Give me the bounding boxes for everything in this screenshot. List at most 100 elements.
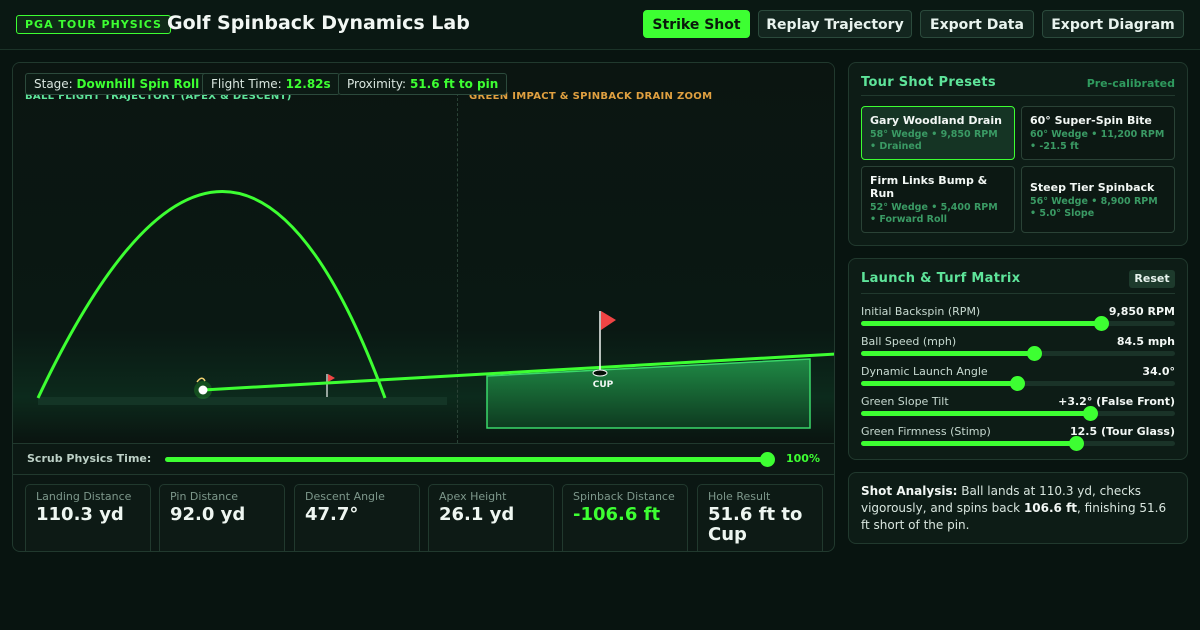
- slider-green-firmness: Green Firmness (Stimp) 12.5 (Tour Glass): [861, 425, 1175, 455]
- stat-label: Descent Angle: [305, 490, 385, 503]
- presets-status: Pre-calibrated: [1086, 77, 1175, 90]
- trajectory-canvas[interactable]: BALL FLIGHT TRAJECTORY (APEX & DESCENT) …: [13, 63, 834, 443]
- slider-track[interactable]: [861, 406, 1175, 421]
- strike-shot-button[interactable]: Strike Shot: [643, 10, 750, 38]
- launch-turf-matrix-card: Launch & Turf Matrix Reset Initial Backs…: [848, 258, 1188, 460]
- scrub-bar: Scrub Physics Time: 100%: [13, 443, 834, 475]
- pin-flag: [601, 311, 616, 330]
- stat-value: 92.0 yd: [170, 504, 246, 525]
- slider-fill: [861, 441, 1077, 446]
- preset-meta: 52° Wedge • 5,400 RPM • Forward Roll: [870, 202, 998, 225]
- presets-card: Tour Shot Presets Pre-calibrated Gary Wo…: [848, 62, 1188, 246]
- slider-value: 12.5 (Tour Glass): [1069, 425, 1175, 438]
- slider-handle[interactable]: [1094, 316, 1110, 331]
- stat-label: Landing Distance: [36, 490, 132, 503]
- stage-value: Downhill Spin Roll: [76, 77, 200, 91]
- reset-button[interactable]: Reset: [1129, 270, 1175, 288]
- slider-green-slope: Green Slope Tilt +3.2° (False Front): [861, 395, 1175, 425]
- slider-handle[interactable]: [1069, 436, 1085, 451]
- slider-fill: [861, 411, 1091, 416]
- scrub-handle[interactable]: [760, 452, 775, 467]
- stat-apex-height: Apex Height 26.1 yd: [428, 484, 554, 551]
- proximity-chip: Proximity: 51.6 ft to pin: [338, 73, 508, 95]
- stat-label: Hole Result: [708, 490, 771, 503]
- scrub-value: 100%: [786, 452, 820, 465]
- slider-value: 84.5 mph: [1116, 335, 1175, 348]
- slider-value: 34.0°: [1142, 365, 1175, 378]
- stat-descent-angle: Descent Angle 47.7°: [294, 484, 420, 551]
- presets-title: Tour Shot Presets: [861, 75, 996, 90]
- preset-name: Gary Woodland Drain: [870, 114, 1002, 127]
- stat-value: -106.6 ft: [573, 504, 661, 525]
- slider-handle[interactable]: [1083, 406, 1099, 421]
- export-data-button[interactable]: Export Data: [920, 10, 1034, 38]
- slider-label: Ball Speed (mph): [861, 335, 957, 348]
- cup-hole: [592, 369, 608, 377]
- slider-launch-angle: Dynamic Launch Angle 34.0°: [861, 365, 1175, 395]
- card-divider: [861, 95, 1175, 96]
- proximity-label: Proximity:: [347, 77, 407, 91]
- preset-meta: 56° Wedge • 8,900 RPM • 5.0° Slope: [1030, 196, 1158, 219]
- cup-label: CUP: [593, 380, 614, 390]
- preset-firm-links-bump-run[interactable]: Firm Links Bump & Run 52° Wedge • 5,400 …: [861, 166, 1015, 233]
- stat-value: 26.1 yd: [439, 504, 515, 525]
- flight-trajectory-line: [36, 190, 387, 399]
- stat-label: Apex Height: [439, 490, 507, 503]
- slider-backspin: Initial Backspin (RPM) 9,850 RPM: [861, 305, 1175, 335]
- preset-name: Firm Links Bump & Run: [870, 174, 988, 200]
- brand-badge: PGA TOUR PHYSICS: [16, 15, 171, 34]
- flight-time-chip: Flight Time: 12.82s: [202, 73, 340, 95]
- analysis-highlight: 106.6 ft: [1023, 501, 1078, 515]
- scrub-slider[interactable]: [165, 452, 775, 467]
- scrub-label: Scrub Physics Time:: [27, 452, 152, 465]
- analysis-lead: Shot Analysis:: [861, 484, 958, 498]
- slider-track[interactable]: [861, 436, 1175, 451]
- slider-track[interactable]: [861, 346, 1175, 361]
- stat-pin-distance: Pin Distance 92.0 yd: [159, 484, 285, 551]
- export-diagram-button[interactable]: Export Diagram: [1042, 10, 1184, 38]
- stat-spinback-distance: Spinback Distance -106.6 ft: [562, 484, 688, 551]
- slider-ball-speed: Ball Speed (mph) 84.5 mph: [861, 335, 1175, 365]
- slider-label: Green Slope Tilt: [861, 395, 949, 408]
- slider-value: +3.2° (False Front): [1058, 395, 1175, 408]
- replay-trajectory-button[interactable]: Replay Trajectory: [758, 10, 912, 38]
- distant-pin-flag: [328, 374, 335, 382]
- shot-analysis: Shot Analysis: Ball lands at 110.3 yd, c…: [848, 472, 1188, 544]
- slider-handle[interactable]: [1010, 376, 1026, 391]
- stat-value: 51.6 ft to Cup: [708, 504, 803, 545]
- slider-track[interactable]: [861, 376, 1175, 391]
- preset-name: Steep Tier Spinback: [1030, 181, 1155, 194]
- stat-landing-distance: Landing Distance 110.3 yd: [25, 484, 151, 551]
- proximity-value: 51.6 ft to pin: [409, 77, 499, 91]
- trajectory-svg: CUP: [36, 190, 834, 429]
- stat-value: 47.7°: [305, 504, 359, 525]
- flight-time-value: 12.82s: [285, 77, 331, 91]
- slider-value: 9,850 RPM: [1108, 305, 1175, 318]
- stat-hole-result: Hole Result 51.6 ft to Cup: [697, 484, 823, 551]
- stat-value: 110.3 yd: [36, 504, 124, 525]
- slider-track[interactable]: [861, 316, 1175, 331]
- flight-time-label: Flight Time:: [211, 77, 282, 91]
- slider-label: Initial Backspin (RPM): [861, 305, 981, 318]
- stage-chip: Stage: Downhill Spin Roll: [25, 73, 209, 95]
- slider-label: Green Firmness (Stimp): [861, 425, 991, 438]
- card-divider: [861, 293, 1175, 294]
- slider-fill: [861, 351, 1034, 356]
- preset-gary-woodland-drain[interactable]: Gary Woodland Drain 58° Wedge • 9,850 RP…: [861, 106, 1015, 160]
- fairway-strip: [38, 397, 447, 405]
- scrub-fill: [165, 457, 767, 462]
- preset-super-spin-bite[interactable]: 60° Super-Spin Bite 60° Wedge • 11,200 R…: [1021, 106, 1175, 160]
- app-title: Golf Spinback Dynamics Lab: [167, 12, 470, 34]
- preset-name: 60° Super-Spin Bite: [1030, 114, 1152, 127]
- slider-fill: [861, 321, 1102, 326]
- app-header: PGA TOUR PHYSICS Golf Spinback Dynamics …: [0, 0, 1200, 50]
- preset-steep-tier-spinback[interactable]: Steep Tier Spinback 56° Wedge • 8,900 RP…: [1021, 166, 1175, 233]
- green-zoom-box: [486, 358, 811, 429]
- stat-label: Spinback Distance: [573, 490, 675, 503]
- slider-label: Dynamic Launch Angle: [861, 365, 988, 378]
- preset-meta: 58° Wedge • 9,850 RPM • Drained: [870, 129, 998, 152]
- stat-label: Pin Distance: [170, 490, 239, 503]
- slider-fill: [861, 381, 1018, 386]
- slider-handle[interactable]: [1027, 346, 1042, 361]
- preset-meta: 60° Wedge • 11,200 RPM • -21.5 ft: [1030, 129, 1165, 152]
